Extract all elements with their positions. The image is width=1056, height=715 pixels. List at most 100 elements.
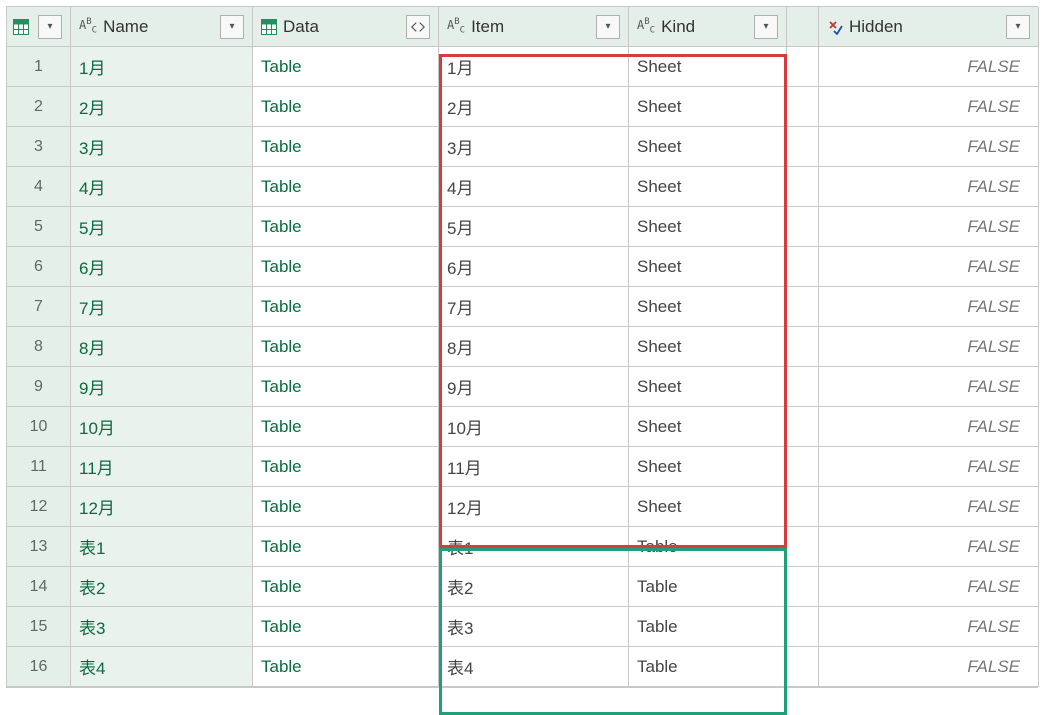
row-number[interactable]: 8	[7, 327, 71, 367]
cell-kind[interactable]: Sheet	[629, 207, 787, 247]
cell-spacer[interactable]	[787, 247, 819, 287]
cell-item[interactable]: 2月	[439, 87, 629, 127]
cell-data[interactable]: Table	[253, 167, 439, 207]
cell-kind[interactable]: Sheet	[629, 367, 787, 407]
cell-spacer[interactable]	[787, 447, 819, 487]
cell-item[interactable]: 表2	[439, 567, 629, 607]
cell-name[interactable]: 3月	[71, 127, 253, 167]
cell-name[interactable]: 表1	[71, 527, 253, 567]
cell-kind[interactable]: Sheet	[629, 167, 787, 207]
row-number[interactable]: 7	[7, 287, 71, 327]
row-number-header[interactable]: ▾	[7, 7, 71, 47]
cell-hidden[interactable]: FALSE	[819, 607, 1039, 647]
cell-data[interactable]: Table	[253, 287, 439, 327]
cell-data[interactable]: Table	[253, 127, 439, 167]
cell-item[interactable]: 12月	[439, 487, 629, 527]
cell-name[interactable]: 5月	[71, 207, 253, 247]
row-number[interactable]: 16	[7, 647, 71, 687]
cell-item[interactable]: 表4	[439, 647, 629, 687]
cell-spacer[interactable]	[787, 127, 819, 167]
col-header-hidden[interactable]: Hidden ▾	[819, 7, 1039, 47]
cell-hidden[interactable]: FALSE	[819, 47, 1039, 87]
cell-kind[interactable]: Sheet	[629, 287, 787, 327]
cell-kind[interactable]: Table	[629, 647, 787, 687]
row-number[interactable]: 1	[7, 47, 71, 87]
row-number[interactable]: 11	[7, 447, 71, 487]
cell-spacer[interactable]	[787, 47, 819, 87]
row-number[interactable]: 12	[7, 487, 71, 527]
cell-kind[interactable]: Sheet	[629, 407, 787, 447]
cell-kind[interactable]: Sheet	[629, 247, 787, 287]
row-number[interactable]: 2	[7, 87, 71, 127]
cell-data[interactable]: Table	[253, 567, 439, 607]
cell-item[interactable]: 11月	[439, 447, 629, 487]
cell-hidden[interactable]: FALSE	[819, 407, 1039, 447]
cell-spacer[interactable]	[787, 87, 819, 127]
cell-data[interactable]: Table	[253, 527, 439, 567]
cell-hidden[interactable]: FALSE	[819, 487, 1039, 527]
cell-hidden[interactable]: FALSE	[819, 447, 1039, 487]
cell-spacer[interactable]	[787, 487, 819, 527]
cell-data[interactable]: Table	[253, 407, 439, 447]
cell-name[interactable]: 7月	[71, 287, 253, 327]
cell-kind[interactable]: Table	[629, 567, 787, 607]
cell-data[interactable]: Table	[253, 207, 439, 247]
cell-spacer[interactable]	[787, 367, 819, 407]
col-header-kind[interactable]: ABC Kind ▾	[629, 7, 787, 47]
cell-hidden[interactable]: FALSE	[819, 167, 1039, 207]
cell-item[interactable]: 3月	[439, 127, 629, 167]
cell-hidden[interactable]: FALSE	[819, 367, 1039, 407]
cell-spacer[interactable]	[787, 407, 819, 447]
row-number[interactable]: 9	[7, 367, 71, 407]
row-number-dropdown[interactable]: ▾	[38, 15, 62, 39]
cell-kind[interactable]: Sheet	[629, 47, 787, 87]
cell-spacer[interactable]	[787, 647, 819, 687]
cell-name[interactable]: 表3	[71, 607, 253, 647]
cell-name[interactable]: 1月	[71, 47, 253, 87]
cell-spacer[interactable]	[787, 327, 819, 367]
filter-dropdown[interactable]: ▾	[596, 15, 620, 39]
col-header-item[interactable]: ABC Item ▾	[439, 7, 629, 47]
row-number[interactable]: 14	[7, 567, 71, 607]
cell-name[interactable]: 8月	[71, 327, 253, 367]
cell-kind[interactable]: Table	[629, 527, 787, 567]
cell-data[interactable]: Table	[253, 247, 439, 287]
cell-data[interactable]: Table	[253, 447, 439, 487]
cell-item[interactable]: 5月	[439, 207, 629, 247]
row-number[interactable]: 13	[7, 527, 71, 567]
cell-data[interactable]: Table	[253, 487, 439, 527]
cell-hidden[interactable]: FALSE	[819, 87, 1039, 127]
row-number[interactable]: 10	[7, 407, 71, 447]
cell-name[interactable]: 12月	[71, 487, 253, 527]
cell-name[interactable]: 9月	[71, 367, 253, 407]
row-number[interactable]: 4	[7, 167, 71, 207]
filter-dropdown[interactable]: ▾	[754, 15, 778, 39]
cell-spacer[interactable]	[787, 167, 819, 207]
cell-data[interactable]: Table	[253, 327, 439, 367]
cell-item[interactable]: 表3	[439, 607, 629, 647]
cell-name[interactable]: 6月	[71, 247, 253, 287]
cell-name[interactable]: 2月	[71, 87, 253, 127]
cell-kind[interactable]: Sheet	[629, 447, 787, 487]
col-header-name[interactable]: ABC Name ▾	[71, 7, 253, 47]
cell-data[interactable]: Table	[253, 367, 439, 407]
cell-spacer[interactable]	[787, 567, 819, 607]
cell-item[interactable]: 9月	[439, 367, 629, 407]
row-number[interactable]: 5	[7, 207, 71, 247]
cell-kind[interactable]: Sheet	[629, 327, 787, 367]
row-number[interactable]: 3	[7, 127, 71, 167]
row-number[interactable]: 15	[7, 607, 71, 647]
cell-kind[interactable]: Sheet	[629, 127, 787, 167]
cell-hidden[interactable]: FALSE	[819, 127, 1039, 167]
cell-item[interactable]: 表1	[439, 527, 629, 567]
cell-spacer[interactable]	[787, 207, 819, 247]
expand-button[interactable]	[406, 15, 430, 39]
cell-hidden[interactable]: FALSE	[819, 567, 1039, 607]
cell-name[interactable]: 表4	[71, 647, 253, 687]
cell-hidden[interactable]: FALSE	[819, 287, 1039, 327]
cell-hidden[interactable]: FALSE	[819, 247, 1039, 287]
cell-item[interactable]: 4月	[439, 167, 629, 207]
cell-item[interactable]: 1月	[439, 47, 629, 87]
cell-hidden[interactable]: FALSE	[819, 207, 1039, 247]
cell-data[interactable]: Table	[253, 87, 439, 127]
